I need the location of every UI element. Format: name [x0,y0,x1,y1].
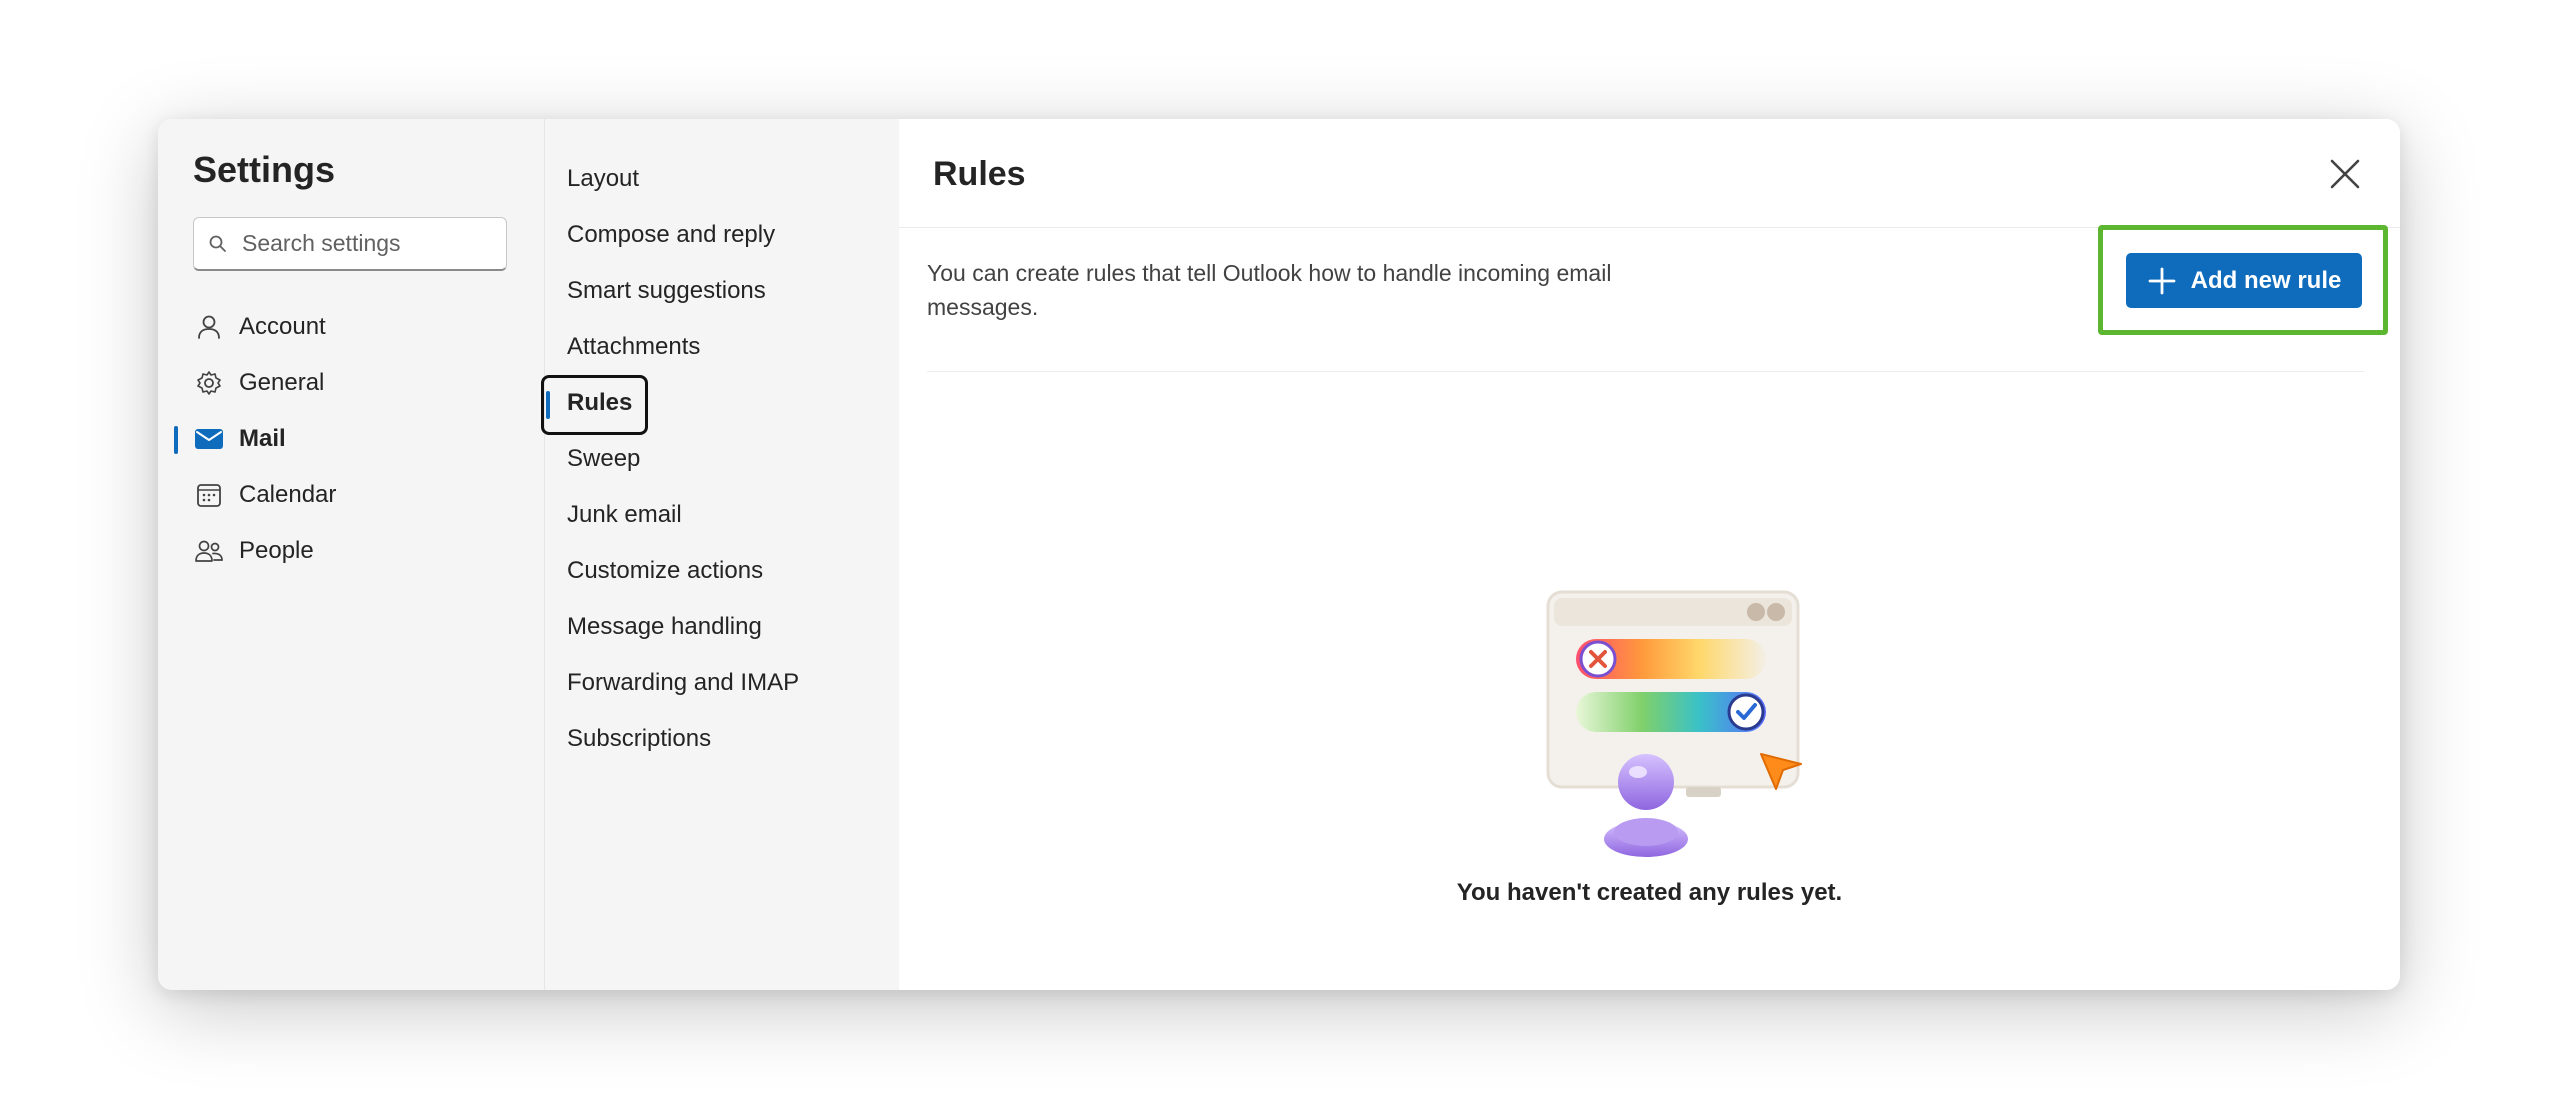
empty-rules-illustration [1506,564,1806,864]
tab-label: Layout [567,165,640,192]
search-settings-box[interactable] [193,217,507,271]
sidebar-item-label: People [239,537,314,564]
sidebar-item-label: Account [239,313,326,340]
mail-icon [193,423,225,455]
tab-forwarding-and-imap[interactable]: Forwarding and IMAP [545,655,899,711]
sidebar-item-calendar[interactable]: Calendar [158,467,544,523]
tab-sweep[interactable]: Sweep [545,431,899,487]
mail-settings-pane: Layout Compose and reply Smart suggestio… [541,119,899,990]
focus-ring [541,375,648,435]
tab-label: Sweep [567,445,641,472]
settings-dialog: Settings Account [158,119,2400,990]
tab-label: Smart suggestions [567,277,766,304]
sidebar-item-label: General [239,369,325,396]
sidebar-item-general[interactable]: General [158,355,544,411]
tab-label: Compose and reply [567,221,776,248]
close-button[interactable] [2320,149,2370,199]
search-icon [209,235,226,252]
sidebar-item-mail[interactable]: Mail [158,411,544,467]
tab-attachments[interactable]: Attachments [545,319,899,375]
tab-message-handling[interactable]: Message handling [545,599,899,655]
tab-smart-suggestions[interactable]: Smart suggestions [545,263,899,319]
screen: Settings Account [0,0,2560,1110]
tab-customize-actions[interactable]: Customize actions [545,543,899,599]
page-title: Rules [933,155,1026,193]
settings-title: Settings [193,149,336,190]
people-icon [193,535,225,567]
sidebar-item-label: Calendar [239,481,337,508]
rules-header: Rules [899,119,2400,228]
tab-subscriptions[interactable]: Subscriptions [545,711,899,767]
tab-compose-and-reply[interactable]: Compose and reply [545,207,899,263]
sidebar-item-label: Mail [239,425,286,452]
rules-description: You can create rules that tell Outlook h… [927,260,1612,320]
tab-rules[interactable]: Rules [541,375,899,435]
add-new-rule-button[interactable]: Add new rule [2126,253,2362,308]
divider [927,371,2364,372]
rules-content-pane: Rules You can create rules that tell Out… [899,119,2400,990]
tab-junk-email[interactable]: Junk email [545,487,899,543]
settings-category-pane: Settings Account [158,119,545,990]
tab-label: Attachments [567,333,701,360]
sidebar-item-people[interactable]: People [158,523,544,579]
empty-state-text: You haven't created any rules yet. [1456,879,1843,906]
search-settings-input[interactable] [240,229,494,258]
person-icon [193,311,225,343]
tab-label: Subscriptions [567,725,712,752]
plus-icon [2147,266,2177,296]
gear-icon [193,367,225,399]
calendar-icon [193,479,225,511]
close-icon [2330,159,2360,189]
sidebar-item-account[interactable]: Account [158,299,544,355]
category-list: Account General Mail Calendar People [158,299,544,579]
tab-label: Customize actions [567,557,764,584]
tab-label: Forwarding and IMAP [567,669,800,696]
mail-settings-list: Layout Compose and reply Smart suggestio… [541,151,899,767]
add-button-label: Add new rule [2190,266,2342,294]
tab-label: Junk email [567,501,682,528]
tab-layout[interactable]: Layout [545,151,899,207]
highlight-box: Add new rule [2098,225,2388,335]
active-indicator [546,391,550,419]
tab-label: Message handling [567,613,762,640]
